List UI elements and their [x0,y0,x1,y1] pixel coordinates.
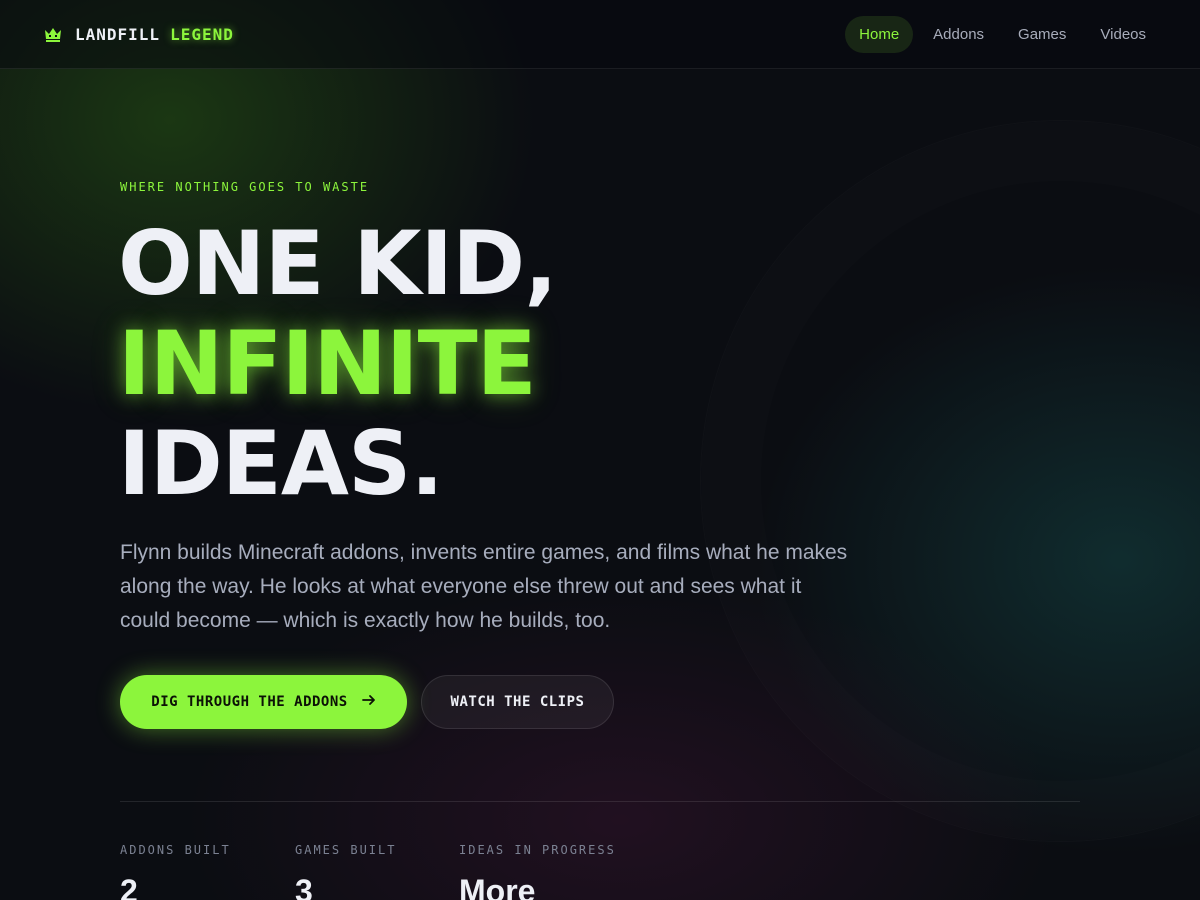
page: LANDFILL LEGEND Home Addons Games Videos … [0,0,1200,900]
brand-name-part2: LEGEND [170,24,234,44]
brand-name-part1: LANDFILL [75,24,161,44]
nav-link-games[interactable]: Games [1004,16,1080,53]
dig-addons-button[interactable]: DIG THROUGH THE ADDONS [120,675,407,729]
watch-clips-button-label: WATCH THE CLIPS [450,694,585,710]
nav-link-addons[interactable]: Addons [919,16,998,53]
section-divider [120,801,1080,802]
top-nav: LANDFILL LEGEND Home Addons Games Videos [0,0,1200,69]
dig-addons-button-label: DIG THROUGH THE ADDONS [151,694,348,710]
brand-name: LANDFILL LEGEND [75,25,234,44]
hero-lead-text: Flynn builds Minecraft addons, invents e… [120,541,848,632]
hero-eyebrow: WHERE NOTHING GOES TO WASTE [120,180,370,194]
arrow-right-icon [361,694,376,710]
stat-value: 3 [295,873,313,900]
stat-label: ADDONS BUILT [120,843,231,857]
crown-icon [44,26,62,42]
headline-line-3: IDEAS. [118,412,444,515]
headline-line-1: ONE KID, [118,212,558,315]
nav-link-videos[interactable]: Videos [1086,16,1160,53]
stat-ideas: IDEAS IN PROGRESS More [459,843,616,900]
brand-logo[interactable]: LANDFILL LEGEND [44,25,234,44]
stat-value: 2 [120,873,138,900]
stat-games: GAMES BUILT 3 [295,843,396,900]
stat-label: IDEAS IN PROGRESS [459,843,616,857]
watch-clips-button[interactable]: WATCH THE CLIPS [421,675,614,729]
stat-value: More [459,873,536,900]
hero-headline: ONE KID, INFINITE IDEAS. [118,212,558,515]
stat-addons: ADDONS BUILT 2 [120,843,231,900]
headline-line-2: INFINITE [118,312,537,415]
nav-links: Home Addons Games Videos [845,15,1160,53]
stat-label: GAMES BUILT [295,843,397,857]
nav-link-home[interactable]: Home [845,15,914,53]
